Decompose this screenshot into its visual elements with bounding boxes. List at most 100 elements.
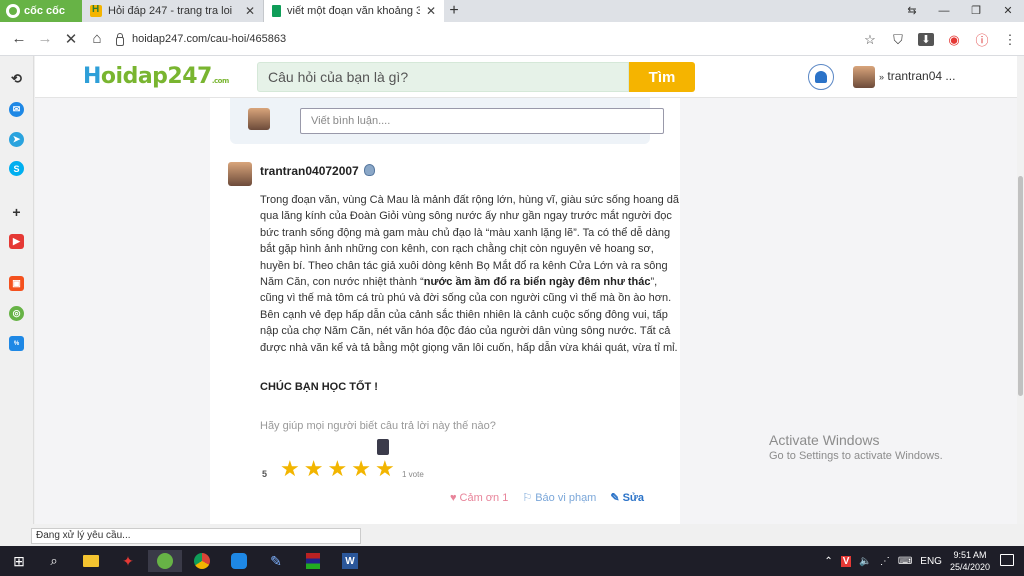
answer-text: Trong đoạn văn, vùng Cà Mau là mảnh đất … bbox=[260, 192, 680, 356]
youtube-icon[interactable]: ▶ bbox=[9, 234, 24, 249]
home-icon[interactable]: ⌂ bbox=[84, 30, 110, 47]
shield-icon[interactable]: ⛉ bbox=[890, 32, 906, 48]
browser-sidebar: ⟲ ✉ ➤ S + ▶ ▣ ◎ % ••• bbox=[0, 56, 34, 524]
tab-title: Hỏi đáp 247 - trang tra loi bbox=[108, 5, 233, 17]
windows-start-icon[interactable]: ⊞ bbox=[8, 550, 30, 572]
site-header: Hoidap247.com Câu hỏi của bạn là gì? Tìm… bbox=[35, 56, 1017, 98]
messenger-icon[interactable]: ✉ bbox=[9, 102, 24, 117]
app-icon[interactable]: ✦ bbox=[117, 550, 139, 572]
star-icon[interactable]: ★ bbox=[375, 458, 395, 480]
info-extension-icon[interactable]: ⓘ bbox=[974, 30, 990, 49]
rating-prompt: Hãy giúp mọi người biết câu trả lời này … bbox=[260, 420, 496, 432]
voter-avatar[interactable] bbox=[377, 439, 389, 455]
file-explorer-icon[interactable] bbox=[80, 550, 102, 572]
clock-date: 25/4/2020 bbox=[949, 562, 990, 572]
heart-icon: ♥ bbox=[450, 491, 457, 504]
tab-title: viết một đoạn văn khoảng 3 đ bbox=[287, 5, 420, 17]
docs-favicon-icon bbox=[272, 5, 281, 17]
chevron-down-icon: » bbox=[879, 72, 885, 82]
star-icon[interactable]: ★ bbox=[304, 458, 324, 480]
comment-placeholder: Viết bình luận.... bbox=[311, 115, 391, 127]
tray-expand-icon[interactable]: ⌃ bbox=[824, 556, 832, 567]
bookmark-star-icon[interactable]: ☆ bbox=[862, 32, 878, 48]
page-scrollbar[interactable] bbox=[1017, 56, 1024, 524]
search-input[interactable]: Câu hỏi của bạn là gì? bbox=[257, 62, 629, 92]
maximize-icon[interactable]: ❐ bbox=[960, 0, 992, 22]
network-icon[interactable]: ⋰ bbox=[880, 556, 890, 567]
chrome-icon[interactable] bbox=[191, 550, 213, 572]
tab-list-icon[interactable]: ⇆ bbox=[896, 0, 928, 22]
url-text: hoidap247.com/cau-hoi/465863 bbox=[132, 33, 287, 45]
report-label: Báo vi phạm bbox=[535, 491, 597, 504]
coccoc-taskbar-icon[interactable] bbox=[148, 550, 182, 572]
logo-letter: H bbox=[83, 64, 101, 89]
thanks-button[interactable]: ♥ Cảm ơn 1 bbox=[450, 491, 508, 504]
activate-windows-watermark: Activate Windows Go to Settings to activ… bbox=[769, 432, 943, 462]
add-icon[interactable]: + bbox=[9, 204, 24, 220]
answer-text-part: Trong đoạn văn, vùng Cà Mau là mảnh đất … bbox=[260, 194, 679, 289]
back-icon[interactable]: ← bbox=[6, 30, 32, 47]
rating-value: 5 bbox=[262, 469, 268, 479]
telegram-icon[interactable]: ➤ bbox=[9, 132, 24, 147]
answer-actions: ♥ Cảm ơn 1 ⚐ Báo vi phạm ✎ Sửa bbox=[450, 491, 644, 505]
user-menu[interactable]: » trantran04 ... bbox=[879, 69, 955, 83]
paint-icon[interactable]: ✎ bbox=[265, 550, 287, 572]
search-button[interactable]: Tìm bbox=[629, 62, 695, 92]
lock-icon bbox=[116, 32, 124, 46]
user-avatar[interactable] bbox=[853, 66, 875, 88]
edit-button[interactable]: ✎ Sửa bbox=[610, 491, 644, 505]
hoidap247-logo[interactable]: Hoidap247.com bbox=[83, 64, 229, 89]
keyboard-icon[interactable]: ⌨ bbox=[898, 556, 912, 567]
address-bar-actions: ☆ ⛉ ⬇ ◉ ⓘ ⋮ bbox=[862, 30, 1018, 49]
search-icon[interactable]: ⌕ bbox=[43, 550, 65, 572]
watermark-line-2: Go to Settings to activate Windows. bbox=[769, 450, 943, 462]
notification-bell-icon[interactable] bbox=[808, 64, 834, 90]
commenter-avatar bbox=[248, 108, 270, 130]
answer-author-avatar[interactable] bbox=[228, 162, 252, 186]
thanks-label: Cảm ơn 1 bbox=[459, 491, 509, 504]
coccoc-map-icon[interactable]: ◎ bbox=[9, 306, 24, 321]
tab-question[interactable]: viết một đoạn văn khoảng 3 đ ✕ bbox=[264, 0, 444, 22]
history-icon[interactable]: ⟲ bbox=[9, 71, 24, 86]
scrollbar-thumb[interactable] bbox=[1018, 176, 1023, 396]
stop-loading-icon[interactable]: ✕ bbox=[58, 30, 84, 48]
answer-closing: CHÚC BẠN HỌC TỐT ! bbox=[260, 381, 378, 393]
language-indicator[interactable]: ENG bbox=[920, 556, 942, 567]
star-icon[interactable]: ★ bbox=[351, 458, 371, 480]
url-field[interactable]: hoidap247.com/cau-hoi/465863 bbox=[116, 28, 836, 50]
deal-icon[interactable]: % bbox=[9, 336, 24, 351]
winrar-icon[interactable] bbox=[302, 550, 324, 572]
status-bar: Đang xử lý yêu cầu... bbox=[31, 528, 361, 544]
rating-stars[interactable]: ★ ★ ★ ★ ★ bbox=[280, 458, 395, 480]
coccoc-extension-icon[interactable]: ◉ bbox=[946, 32, 962, 48]
shopping-icon[interactable]: ▣ bbox=[9, 276, 24, 291]
star-icon[interactable]: ★ bbox=[280, 458, 300, 480]
browser-brand-button[interactable]: cốc cốc bbox=[0, 0, 82, 22]
answer-card: Viết bình luận.... trantran04072007 Tron… bbox=[210, 98, 680, 524]
vote-count: 1 vote bbox=[402, 470, 424, 479]
skype-icon[interactable]: S bbox=[9, 161, 24, 176]
download-icon[interactable]: ⬇ bbox=[918, 33, 934, 46]
comment-input[interactable]: Viết bình luận.... bbox=[300, 108, 664, 134]
star-icon[interactable]: ★ bbox=[327, 458, 347, 480]
close-tab-icon[interactable]: ✕ bbox=[245, 4, 255, 18]
minimize-icon[interactable]: — bbox=[928, 0, 960, 22]
answer-author-name[interactable]: trantran04072007 bbox=[260, 164, 359, 178]
clock[interactable]: 9:51 AM 25/4/2020 bbox=[950, 549, 990, 573]
address-bar: ← → ✕ ⌂ hoidap247.com/cau-hoi/465863 ☆ ⛉… bbox=[0, 22, 1024, 56]
notification-center-icon[interactable] bbox=[1000, 554, 1014, 566]
zalo-icon[interactable] bbox=[228, 550, 250, 572]
forward-icon[interactable]: → bbox=[32, 30, 58, 47]
word-icon[interactable]: W bbox=[339, 550, 361, 572]
volume-icon[interactable]: 🔈 bbox=[859, 556, 871, 567]
clock-time: 9:51 AM bbox=[953, 550, 987, 560]
rank-badge-icon bbox=[364, 164, 375, 176]
vietkey-icon[interactable]: V bbox=[840, 555, 852, 567]
new-tab-button[interactable]: + bbox=[444, 0, 464, 22]
report-button[interactable]: ⚐ Báo vi phạm bbox=[522, 491, 597, 505]
menu-icon[interactable]: ⋮ bbox=[1002, 32, 1018, 48]
tab-hoidap-home[interactable]: Hỏi đáp 247 - trang tra loi ✕ bbox=[82, 0, 264, 22]
search-placeholder: Câu hỏi của bạn là gì? bbox=[268, 69, 409, 85]
close-window-icon[interactable]: ✕ bbox=[992, 0, 1024, 22]
close-tab-icon[interactable]: ✕ bbox=[426, 4, 436, 18]
